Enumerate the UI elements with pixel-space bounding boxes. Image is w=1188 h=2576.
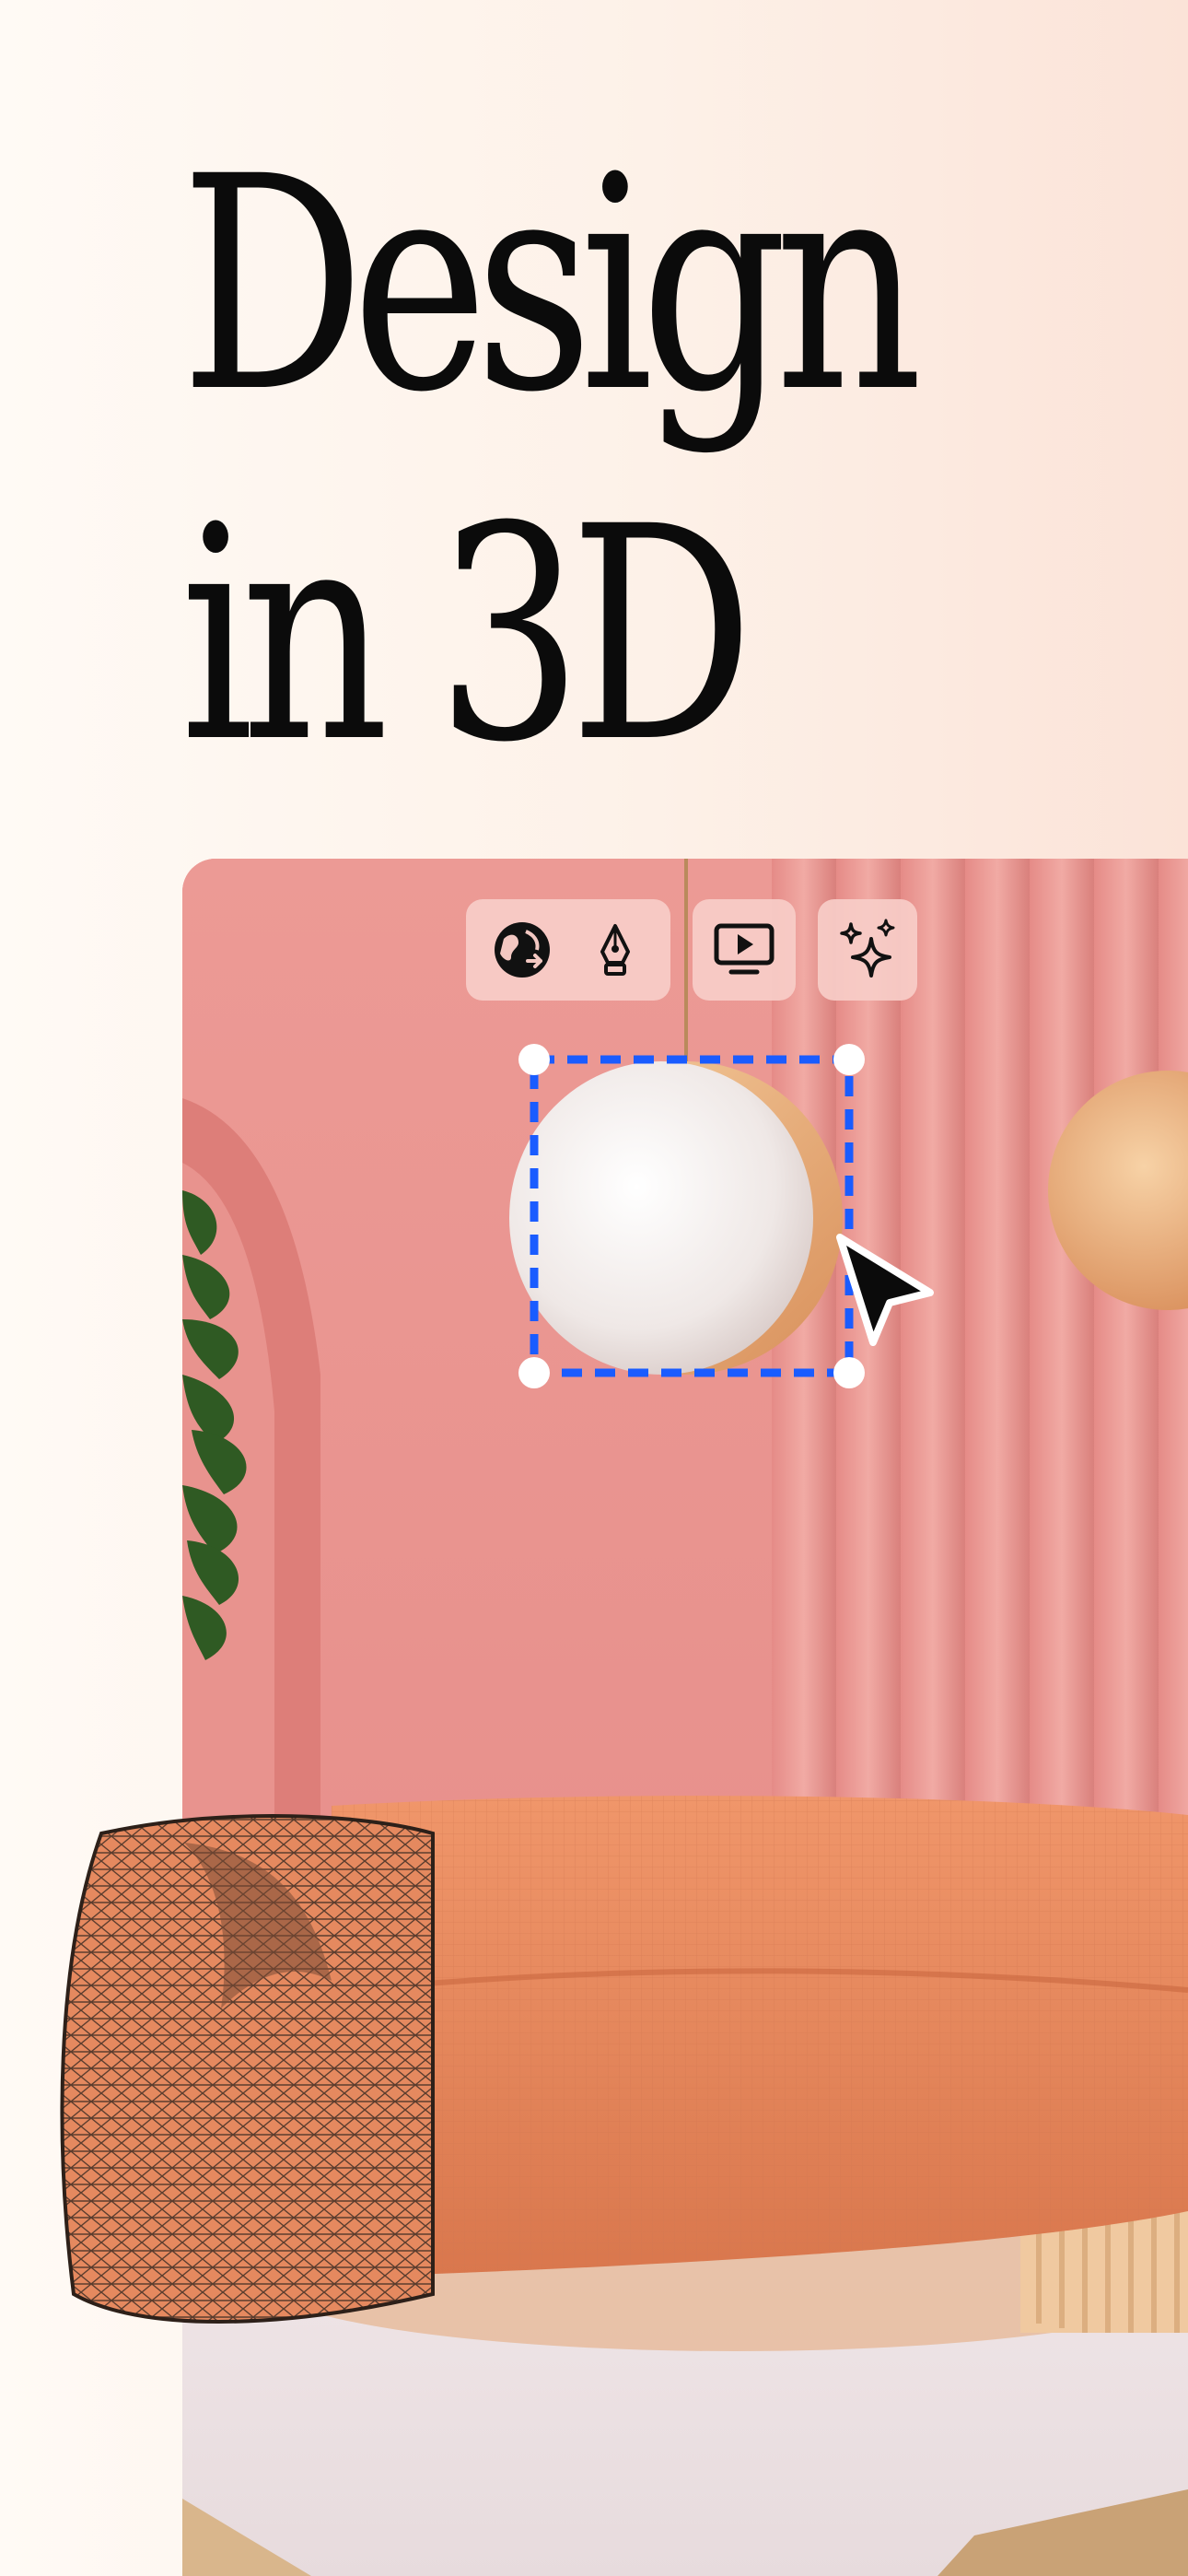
toolbar-group-ai bbox=[818, 899, 917, 1001]
globe-rotate-button[interactable] bbox=[484, 912, 560, 988]
sofa-3d-model[interactable] bbox=[0, 1778, 1188, 2423]
headline-line-2: in 3D bbox=[181, 464, 754, 807]
play-screen-icon bbox=[714, 923, 775, 975]
pen-tool-icon bbox=[600, 924, 630, 976]
headline-line-1: Design bbox=[181, 114, 923, 457]
headline: Design in 3D bbox=[181, 111, 923, 811]
wall-panels bbox=[772, 859, 1188, 1844]
globe-rotate-icon bbox=[494, 922, 550, 978]
pendant-lamp-selected bbox=[509, 1061, 843, 1375]
sofa-wireframe bbox=[60, 1814, 435, 2324]
ai-magic-button[interactable] bbox=[830, 912, 905, 988]
play-preview-button[interactable] bbox=[706, 912, 782, 988]
toolbar-group-preview bbox=[693, 899, 796, 1001]
toolbar-group-tools bbox=[466, 899, 670, 1001]
pen-tool-button[interactable] bbox=[577, 912, 653, 988]
sparkles-icon bbox=[840, 919, 895, 978]
